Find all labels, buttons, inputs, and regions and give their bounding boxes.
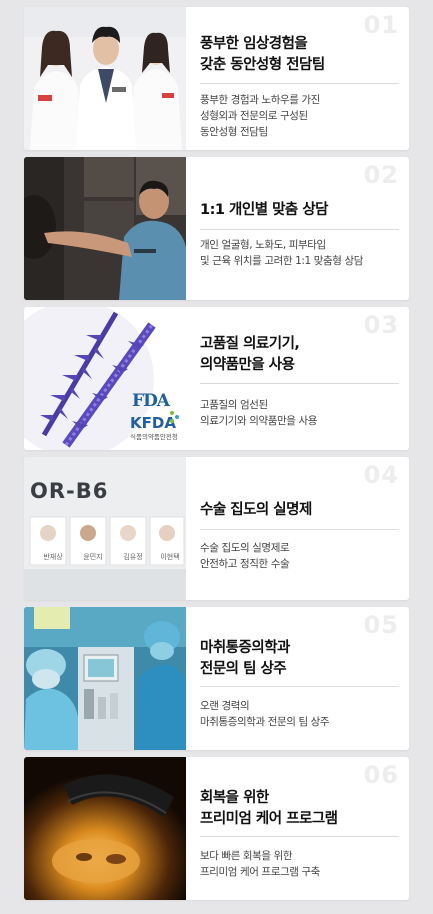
surgeon-name: 이현택 [160, 553, 180, 561]
consultation-photo [24, 157, 186, 300]
feature-card-04: OR-B6 반재상 윤민지 김유정 이현택 04 수술 집도의 실명제 수술 집… [24, 457, 409, 600]
doctors-team-photo [24, 7, 186, 150]
feature-number: 05 [363, 611, 399, 639]
surgeon-name: 반재상 [43, 553, 63, 561]
feature-card-03: FDA KFDA 식품의약품안전청 03 고품질 의료기기, 의약품만을 사용 … [24, 307, 409, 450]
divider [200, 229, 399, 230]
feature-title: 회복을 위한 프리미엄 케어 프로그램 [200, 790, 338, 827]
feature-title: 1:1 개인별 맞춤 상담 [200, 202, 329, 218]
surgeon-name: 김유정 [123, 553, 143, 561]
feature-description: 수술 집도의 실명제로 안전하고 정직한 수술 [200, 542, 290, 570]
feature-title: 수술 집도의 실명제 [200, 502, 312, 518]
divider [200, 686, 399, 687]
divider [200, 529, 399, 530]
feature-description: 보다 빠른 회복을 위한 프리미엄 케어 프로그램 구축 [200, 850, 320, 878]
feature-number: 06 [363, 761, 399, 789]
led-care-photo [24, 757, 186, 900]
feature-number: 02 [363, 161, 399, 189]
feature-title: 풍부한 임상경험을 갖춘 동안성형 전담팀 [200, 36, 325, 73]
feature-description: 개인 얼굴형, 노화도, 피부타입 및 근육 위치를 고려한 1:1 맞춤형 상… [200, 239, 363, 267]
feature-title: 고품질 의료기기, 의약품만을 사용 [200, 336, 300, 373]
feature-description: 풍부한 경험과 노하우를 가진 성형외과 전문의로 구성된 동안성형 전담팀 [200, 94, 320, 138]
anesthesia-team-photo [24, 607, 186, 750]
divider [200, 836, 399, 837]
divider [200, 383, 399, 384]
feature-description: 오랜 경력의 마취통증의학과 전문의 팀 상주 [200, 700, 330, 728]
feature-card-06: 06 회복을 위한 프리미엄 케어 프로그램 보다 빠른 회복을 위한 프리미엄… [24, 757, 409, 900]
feature-card-02: 02 1:1 개인별 맞춤 상담 개인 얼굴형, 노화도, 피부타입 및 근육 … [24, 157, 409, 300]
room-sign: OR-B6 [30, 479, 109, 503]
feature-description: 고품질의 엄선된 의료기기와 의약품만을 사용 [200, 399, 317, 427]
feature-title: 마취통증의학과 전문의 팀 상주 [200, 640, 290, 677]
feature-card-01: 01 풍부한 임상경험을 갖춘 동안성형 전담팀 풍부한 경험과 노하우를 가진… [24, 7, 409, 150]
fda-logo: FDA [132, 391, 170, 411]
feature-card-05: 05 마취통증의학과 전문의 팀 상주 오랜 경력의 마취통증의학과 전문의 팀… [24, 607, 409, 750]
kfda-dots-icon [170, 411, 180, 423]
feature-number: 04 [363, 461, 399, 489]
kfda-caption: 식품의약품안전청 [130, 433, 178, 441]
surgeon-name: 윤민지 [83, 553, 103, 561]
divider [200, 83, 399, 84]
